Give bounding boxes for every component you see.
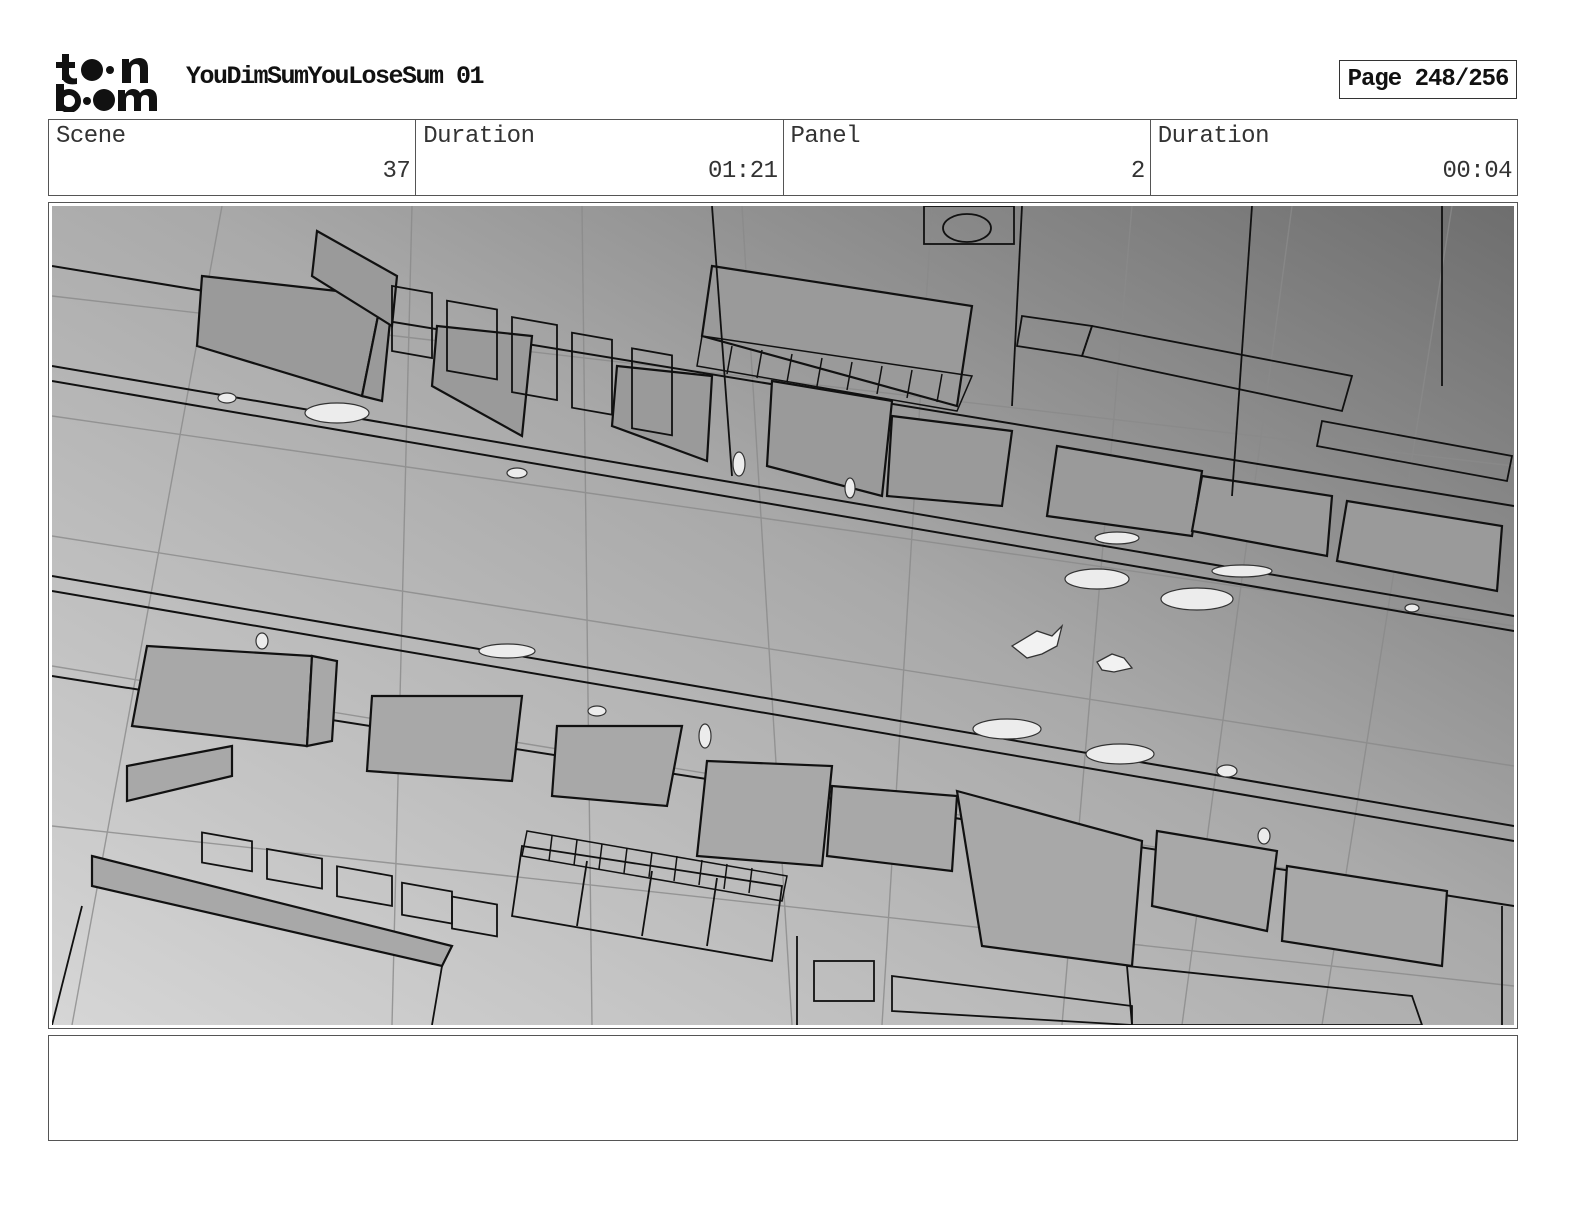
toon-boom-logo: [56, 54, 157, 112]
panel-label: Panel: [790, 123, 861, 150]
panel-duration-value: 00:04: [1442, 158, 1512, 185]
scene-value: 37: [382, 158, 411, 185]
caption-box: [48, 1035, 1518, 1141]
scene-label: Scene: [56, 123, 126, 150]
project-title: YouDimSumYouLoseSum 01: [186, 62, 485, 91]
scene-duration-value: 01:21: [707, 158, 778, 185]
scene-info-table: Scene 37 Duration 01:21 Panel 2 Duration…: [48, 119, 1518, 196]
storyboard-sketch: [52, 206, 1514, 1025]
storyboard-panel-frame: [48, 202, 1518, 1029]
panel-cell: Panel 2: [784, 120, 1151, 195]
scene-duration-label: Duration: [423, 123, 535, 150]
panel-value: 2: [1130, 158, 1145, 185]
panel-duration-cell: Duration 00:04: [1151, 120, 1517, 195]
panel-duration-label: Duration: [1157, 123, 1270, 150]
page-indicator: Page 248/256: [1339, 60, 1517, 99]
scene-duration-cell: Duration 01:21: [416, 120, 784, 195]
scene-cell: Scene 37: [49, 120, 417, 195]
